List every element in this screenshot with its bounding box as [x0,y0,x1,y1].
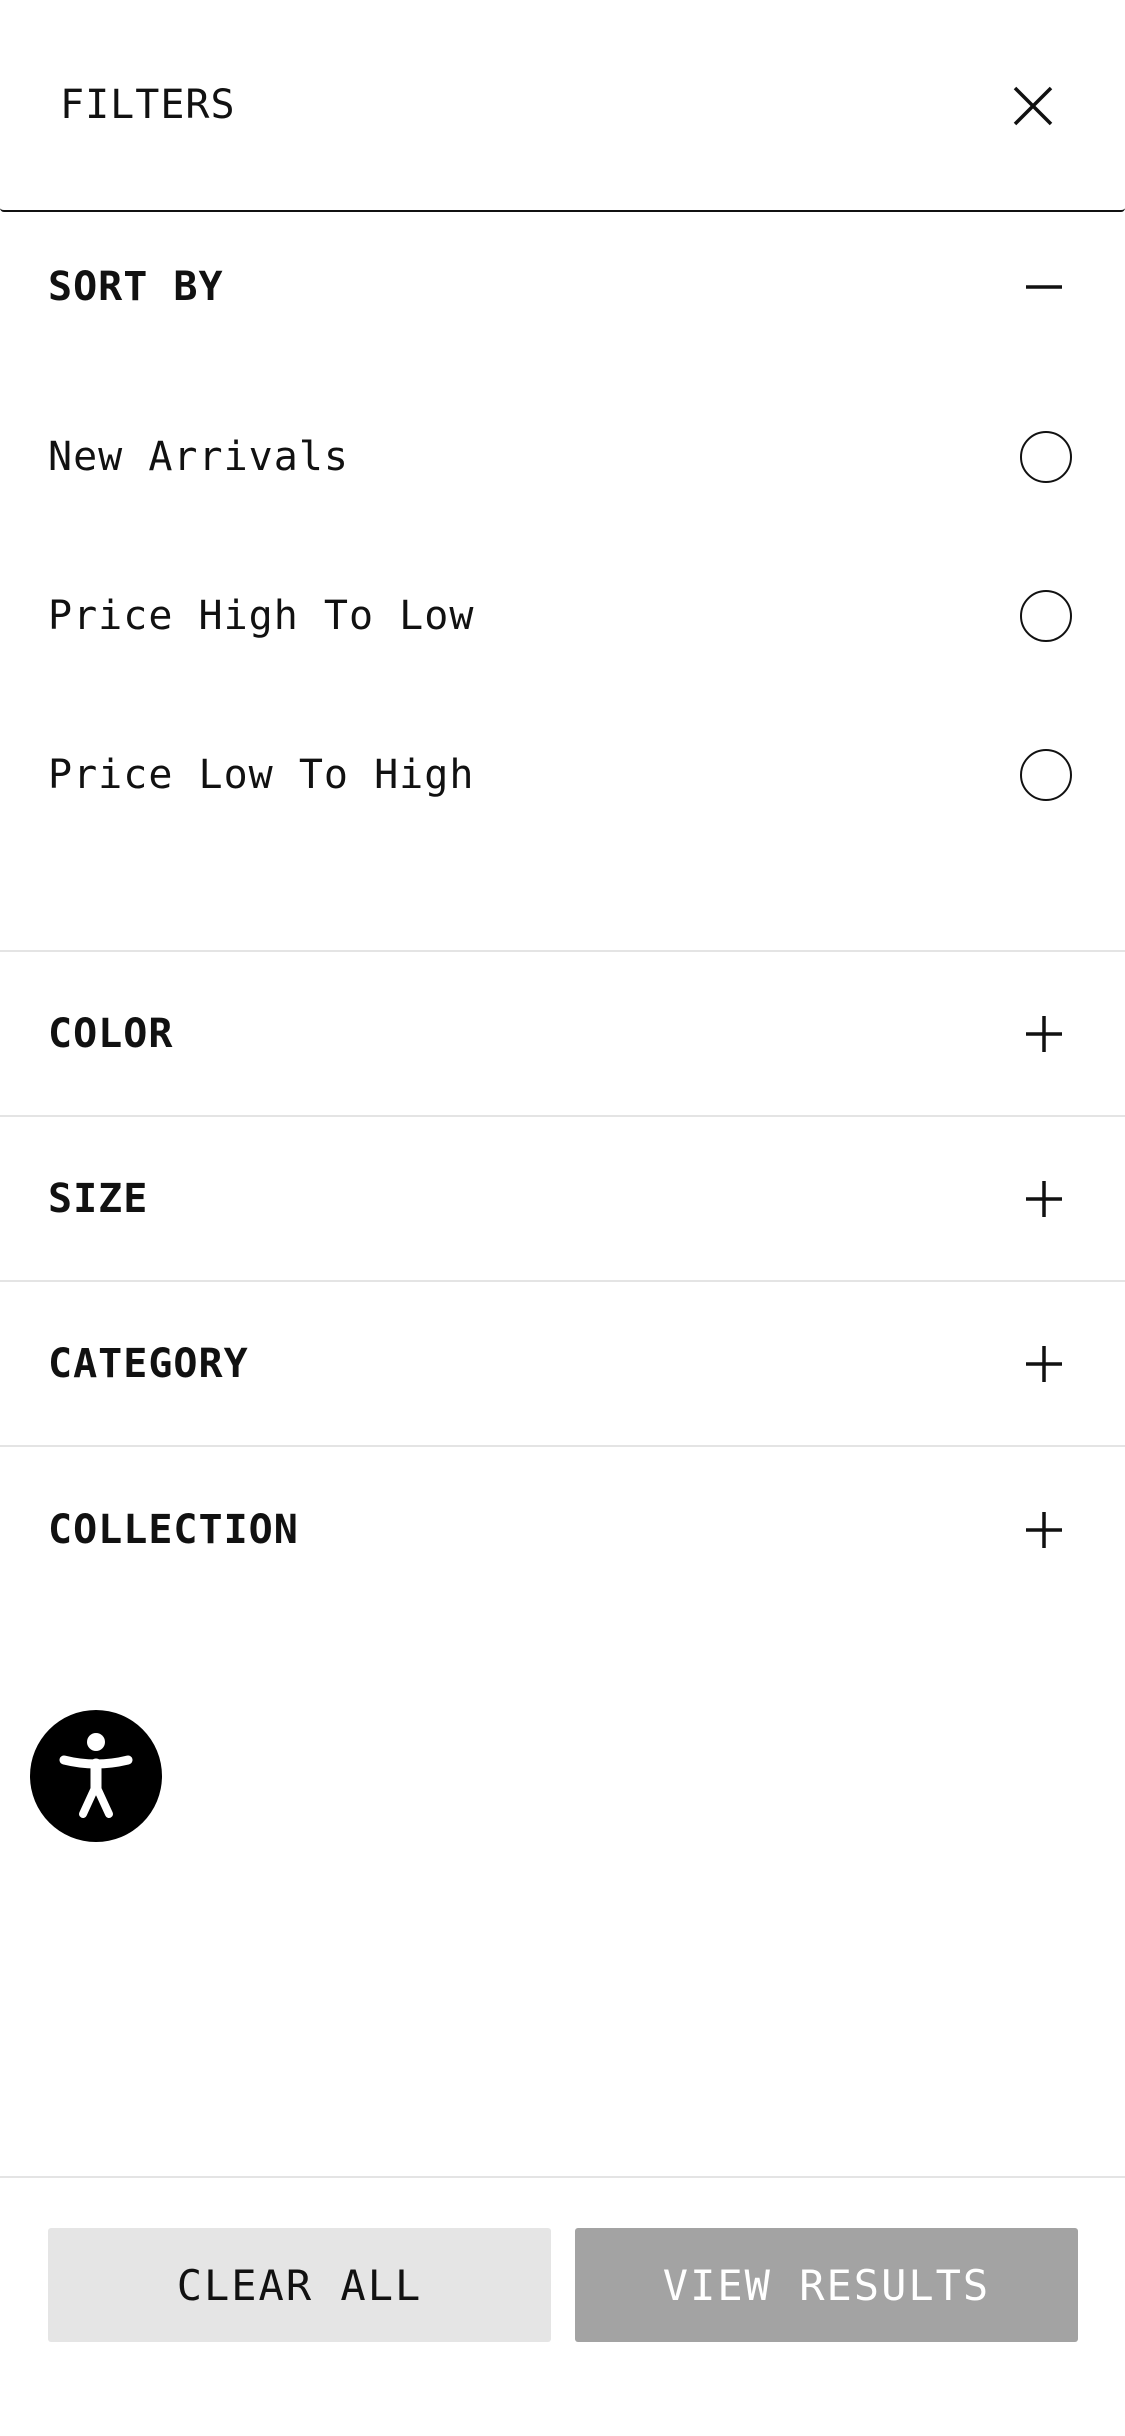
sort-option-label: Price Low To High [48,752,475,798]
close-button[interactable] [1005,78,1061,134]
filter-label: COLLECTION [48,1506,299,1553]
plus-icon [1022,1177,1066,1221]
filter-size[interactable]: SIZE [0,1117,1125,1282]
sort-option-new-arrivals[interactable]: New Arrivals [0,407,1125,507]
filters-header: FILTERS [0,0,1125,212]
filter-label: SIZE [48,1175,149,1222]
sort-by-label: SORT BY [48,264,224,310]
close-icon [1013,86,1053,126]
sort-by-section: SORT BY New Arrivals Price High To Low P… [0,212,1125,952]
accessibility-button[interactable] [30,1710,162,1842]
accessibility-icon [59,1733,133,1818]
plus-icon [1022,1508,1066,1552]
filters-footer: CLEAR ALL VIEW RESULTS [0,2176,1125,2436]
radio-button[interactable] [1020,749,1072,801]
plus-icon [1022,1342,1066,1386]
filter-collection[interactable]: COLLECTION [0,1447,1125,1612]
view-results-button[interactable]: VIEW RESULTS [575,2228,1078,2342]
sort-by-header[interactable]: SORT BY [0,232,1125,342]
sort-option-label: Price High To Low [48,593,475,639]
sort-option-price-low-to-high[interactable]: Price Low To High [0,725,1125,825]
plus-icon [1022,1012,1066,1056]
clear-all-button[interactable]: CLEAR ALL [48,2228,551,2342]
filter-category[interactable]: CATEGORY [0,1282,1125,1447]
filters-panel: FILTERS SORT BY New Arrivals Price High … [0,0,1125,2436]
radio-button[interactable] [1020,590,1072,642]
minus-icon [1022,265,1066,309]
sort-option-price-high-to-low[interactable]: Price High To Low [0,566,1125,666]
page-title: FILTERS [60,82,236,128]
filter-color[interactable]: COLOR [0,952,1125,1117]
filter-label: COLOR [48,1010,174,1057]
filter-label: CATEGORY [48,1340,249,1387]
radio-button[interactable] [1020,431,1072,483]
sort-option-label: New Arrivals [48,434,349,480]
